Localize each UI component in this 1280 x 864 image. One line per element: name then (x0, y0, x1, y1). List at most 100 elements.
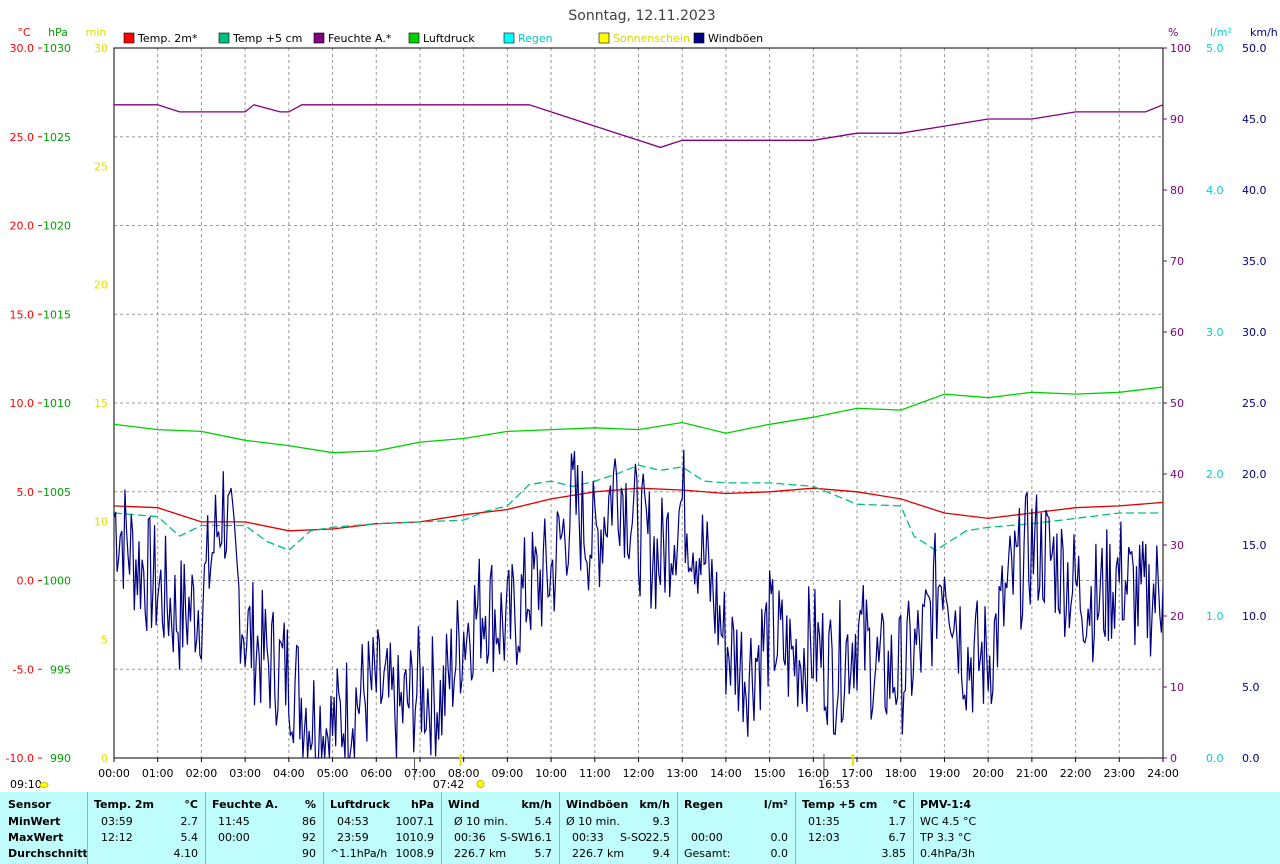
legend-label: Sonnenschein (613, 32, 690, 45)
pmv-windchill: WC 4.5 °C (920, 815, 977, 828)
wind-avg: 5.7 (534, 847, 553, 860)
legend-label: Regen (518, 32, 553, 45)
weather-chart: Sonntag, 12.11.2023 Temp. 2m* Temp +5 cm F… (0, 0, 1280, 792)
sensor-row-min: MinWert (8, 815, 61, 828)
axis-tick-label: 30.0 (1242, 326, 1267, 339)
sun-icon (39, 782, 49, 788)
windboen-avg10: 9.3 (652, 815, 671, 828)
windboen-distance: 226.7 km (572, 847, 625, 860)
windboen-max-time: 00:33 (572, 831, 604, 844)
legend-swatch (123, 32, 135, 44)
legend-swatch (693, 32, 705, 44)
axis-tick-label: 995 (50, 663, 71, 676)
regen-title: Regen (684, 798, 724, 811)
sensor-title: Sensor (8, 798, 51, 811)
axis-tick-label: 5.0 (1242, 681, 1260, 694)
sunset-time: 16:53 (818, 778, 850, 791)
axis-tick-label: 20.0 (10, 220, 35, 233)
axis-tick-label: 35.0 (1242, 255, 1267, 268)
axis-tick-label: 90 (1170, 113, 1184, 126)
windboen-avg10-label: Ø 10 min. (566, 815, 620, 828)
wind-max-dir: S-SW (500, 831, 529, 844)
windboen-title: Windböen (566, 798, 629, 811)
windboen-avg: 9.4 (652, 847, 671, 860)
axis-tick-label: 25.0 (1242, 397, 1267, 410)
axis-tick-label: 20.0 (1242, 468, 1267, 481)
temp5cm-title: Temp +5 cm (802, 798, 878, 811)
wind-unit: km/h (521, 798, 552, 811)
wind-title: Wind (448, 798, 480, 811)
x-tick-label: 15:00 (754, 767, 786, 780)
axis-tick-label: 4.0 (1206, 184, 1224, 197)
x-tick-label: 22:00 (1060, 767, 1092, 780)
feuchte-min-time: 11:45 (218, 815, 250, 828)
axis-tick-label: 70 (1170, 255, 1184, 268)
regen-column: Regen l/m² 00:00 0.0 Gesamt: 0.0 (678, 792, 794, 864)
luftdruck-avg: 1008.9 (395, 847, 435, 860)
wind-column: Wind km/h Ø 10 min. 5.4 00:36 S-SW 16.1 … (442, 792, 558, 864)
luftdruck-max: 1010.9 (395, 831, 435, 844)
axis-tick-label: 0.0 (1242, 752, 1260, 765)
x-tick-label: 03:00 (229, 767, 261, 780)
x-tick-label: 19:00 (929, 767, 961, 780)
axis-tick-label: 15 (94, 397, 108, 410)
luftdruck-max-time: 23:59 (337, 831, 369, 844)
wind-avg10-label: Ø 10 min. (454, 815, 508, 828)
luftdruck-min-time: 04:53 (337, 815, 369, 828)
feuchte-avg: 90 (302, 847, 316, 860)
legend-label: Temp. 2m* (137, 32, 198, 45)
axis-tick-label: 30 (94, 42, 108, 55)
feuchte-min: 86 (302, 815, 316, 828)
axis-tick-label: 15.0 (1242, 539, 1267, 552)
axis-tick-label: 20 (1170, 610, 1184, 623)
axis-tick-label: 5.0 (17, 486, 35, 499)
axis-tick-label: 1025 (43, 131, 71, 144)
temp5cm-avg: 3.85 (881, 847, 907, 860)
x-tick-label: 11:00 (579, 767, 611, 780)
axis-tick-label: 50.0 (1242, 42, 1267, 55)
temp2m-max: 5.4 (180, 831, 199, 844)
x-tick-label: 04:00 (273, 767, 305, 780)
wind-distance: 226.7 km (454, 847, 507, 860)
windboen-unit: km/h (639, 798, 670, 811)
legend-label: Temp +5 cm (232, 32, 302, 45)
wind-max: 16.1 (527, 831, 553, 844)
axis-unit-label: km/h (1250, 26, 1278, 39)
axis-tick-label: 80 (1170, 184, 1184, 197)
axis-tick-label: 1005 (43, 486, 71, 499)
temp2m-column: Temp. 2m °C 03:59 2.7 12:12 5.4 4.10 (88, 792, 204, 864)
x-tick-label: 20:00 (972, 767, 1004, 780)
axis-tick-label: 10 (1170, 681, 1184, 694)
x-tick-label: 10:00 (535, 767, 567, 780)
luftdruck-trend: ^1.1hPa/h (330, 847, 388, 860)
x-tick-label: 02:00 (186, 767, 218, 780)
axis-tick-label: 1.0 (1206, 610, 1224, 623)
axis-tick-label: -10.0 (6, 752, 34, 765)
axis-tick-label: 15.0 (10, 308, 35, 321)
sensor-column: Sensor MinWert MaxWert Durchschnitt (0, 792, 88, 864)
luftdruck-min: 1007.1 (395, 815, 435, 828)
legend-swatch (408, 32, 420, 44)
axis-tick-label: 5.0 (1206, 42, 1224, 55)
sunrise-time: 07:42 (433, 778, 465, 791)
wind-max-time: 00:36 (454, 831, 486, 844)
axis-tick-label: 990 (50, 752, 71, 765)
sensor-row-avg: Durchschnitt (8, 847, 88, 860)
legend-label: Feuchte A.* (328, 32, 392, 45)
x-tick-label: 05:00 (317, 767, 349, 780)
axis-tick-label: 40.0 (1242, 184, 1267, 197)
legend-label: Windböen (708, 32, 763, 45)
pmv-pressure-trend: 0.4hPa/3h (920, 847, 976, 860)
axis-tick-label: 1010 (43, 397, 71, 410)
feuchte-max-time: 00:00 (218, 831, 250, 844)
windboen-max-dir: S-SO (620, 831, 647, 844)
axis-tick-label: 50 (1170, 397, 1184, 410)
temp2m-unit: °C (184, 798, 198, 811)
axis-unit-label: hPa (48, 26, 68, 39)
axis-tick-label: 0.0 (1206, 752, 1224, 765)
windboen-max: 22.5 (645, 831, 671, 844)
x-tick-label: 00:00 (98, 767, 130, 780)
temp2m-avg: 4.10 (173, 847, 199, 860)
axis-tick-label: 25.0 (10, 131, 35, 144)
axis-tick-label: 25 (94, 160, 108, 173)
